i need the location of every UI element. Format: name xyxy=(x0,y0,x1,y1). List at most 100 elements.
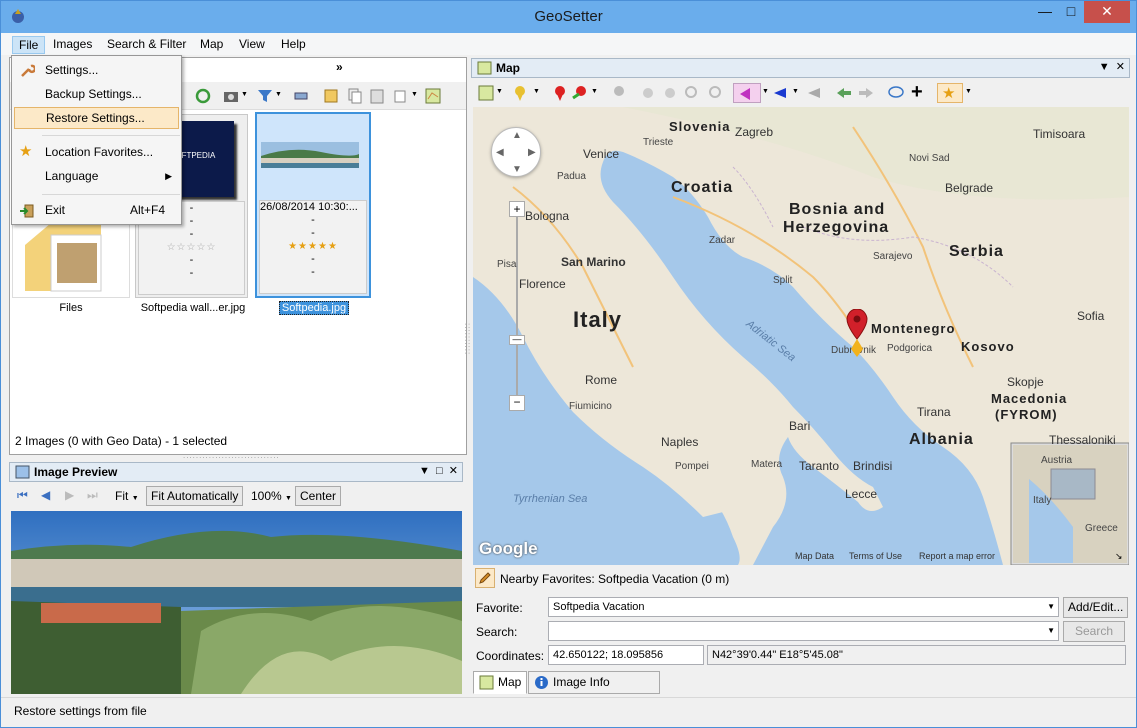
blue-arrow-icon[interactable] xyxy=(771,84,789,102)
edit-data-icon[interactable] xyxy=(322,87,340,105)
map-type-icon[interactable] xyxy=(477,84,495,102)
favorites-dropdown-icon[interactable]: ▼ xyxy=(965,88,972,95)
menu-item-language[interactable]: Language ▶ xyxy=(14,166,179,188)
zoom-search-icon[interactable] xyxy=(707,84,725,102)
map-label: Tyrrhenian Sea xyxy=(513,493,588,505)
add-edit-button[interactable]: Add/Edit... xyxy=(1063,597,1129,618)
track-icon[interactable] xyxy=(639,84,657,102)
map-label: Belgrade xyxy=(945,181,994,195)
copy-icon[interactable] xyxy=(346,87,364,105)
menu-item-restore-settings[interactable]: Restore Settings... xyxy=(14,107,179,129)
thumbnail-softpedia-selected[interactable]: 26/08/2014 10:30:... - - ★★★★★ - - xyxy=(255,112,371,298)
pan-up-icon[interactable]: ▲ xyxy=(512,130,522,141)
paste-icon[interactable] xyxy=(368,87,386,105)
view-mode-icon[interactable] xyxy=(292,87,310,105)
tab-image-info[interactable]: Image Info (ExifTool) xyxy=(528,671,660,710)
maximize-button[interactable]: □ xyxy=(1058,1,1084,23)
horizontal-splitter[interactable]: .............................. xyxy=(183,451,280,460)
coordinates-dms-field[interactable]: N42°39'0.44" E18°5'45.08" xyxy=(707,645,1126,665)
blue-arrow-dropdown-icon[interactable]: ▼ xyxy=(792,88,799,95)
inset-toggle-icon[interactable]: ↘ xyxy=(1115,551,1123,562)
report-error-link[interactable]: Report a map error xyxy=(919,551,995,561)
close-button[interactable]: ✕ xyxy=(1084,1,1130,23)
rating-stars[interactable]: ★★★★★ xyxy=(260,240,366,253)
edit-favorite-button[interactable] xyxy=(475,568,495,588)
map-pan-control[interactable]: ▲ ▼ ◀ ▶ xyxy=(491,127,541,177)
search-track-icon[interactable] xyxy=(683,84,701,102)
pan-down-icon[interactable]: ▼ xyxy=(512,164,522,175)
speech-bubble-icon[interactable] xyxy=(887,84,905,102)
marker-yellow-icon[interactable] xyxy=(511,84,529,102)
first-image-icon[interactable]: ⏮ xyxy=(17,488,28,503)
preview-panel-header: Image Preview ▼ □ ✕ xyxy=(9,462,463,482)
zoom-in-button[interactable]: + xyxy=(509,201,525,217)
menu-search-filter[interactable]: Search & Filter xyxy=(101,36,192,54)
menu-item-backup-settings[interactable]: Backup Settings... xyxy=(14,84,179,106)
pages-icon[interactable] xyxy=(392,87,410,105)
thumbnail-caption-selected[interactable]: Softpedia.jpg xyxy=(279,301,349,315)
menu-view[interactable]: View xyxy=(233,36,271,54)
map-label: Naples xyxy=(661,435,699,449)
refresh-icon[interactable] xyxy=(194,87,212,105)
bottom-tabs: Map Image Info (ExifTool) xyxy=(471,671,1131,710)
next-image-icon[interactable]: ▶ xyxy=(65,488,74,502)
panel-float-icon[interactable]: □ xyxy=(436,465,443,477)
vertical-splitter[interactable]: :::::::::: xyxy=(463,323,472,355)
assign-dropdown-icon[interactable]: ▼ xyxy=(591,88,598,95)
menu-item-settings[interactable]: Settings... xyxy=(14,60,179,82)
filter-dropdown-icon[interactable]: ▼ xyxy=(275,91,282,98)
zoom-dropdown[interactable]: 100% ▼ xyxy=(251,489,292,503)
filter-icon[interactable] xyxy=(256,87,274,105)
menu-map[interactable]: Map xyxy=(194,36,229,54)
menu-file[interactable]: File xyxy=(12,36,46,54)
direction-dropdown-icon[interactable]: ▼ xyxy=(762,88,769,95)
minimize-button[interactable]: — xyxy=(1032,1,1058,23)
coordinates-decimal-field[interactable]: 42.650122; 18.095856 xyxy=(548,645,704,665)
zoom-out-button[interactable]: − xyxy=(509,395,525,411)
panel-close-icon[interactable]: ✕ xyxy=(1116,61,1125,73)
camera-icon[interactable] xyxy=(222,87,240,105)
thumbnail-caption: Files xyxy=(59,302,83,314)
panel-menu-icon[interactable]: ▼ xyxy=(419,465,430,477)
grey-arrow-icon[interactable] xyxy=(805,84,823,102)
forward-arrow-icon[interactable] xyxy=(857,84,875,102)
map-pin-marker-icon[interactable] xyxy=(845,309,869,359)
fit-automatically-button[interactable]: Fit Automatically xyxy=(146,486,244,506)
tab-map[interactable]: Map xyxy=(473,671,527,694)
panel-menu-icon[interactable]: ▼ xyxy=(1099,61,1110,73)
track-points-icon[interactable] xyxy=(661,84,679,102)
pan-left-icon[interactable]: ◀ xyxy=(496,147,504,158)
search-button[interactable]: Search xyxy=(1063,621,1125,642)
favorite-select[interactable]: Softpedia Vacation ▼ xyxy=(548,597,1059,617)
set-marker-icon[interactable] xyxy=(551,84,569,102)
menu-item-exit[interactable]: Exit Alt+F4 xyxy=(14,200,179,222)
map-type-dropdown-icon[interactable]: ▼ xyxy=(496,88,503,95)
search-input[interactable]: ▼ xyxy=(548,621,1059,641)
panel-close-icon[interactable]: ✕ xyxy=(449,465,458,477)
map-view[interactable]: ▲ ▼ ◀ ▶ + — − Slovenia Zagreb Venice Tri… xyxy=(473,107,1129,565)
favorites-button[interactable]: ★ xyxy=(937,83,963,103)
marker-dropdown-icon[interactable]: ▼ xyxy=(533,88,540,95)
overflow-chevron-icon[interactable]: » xyxy=(336,60,343,74)
terms-link[interactable]: Terms of Use xyxy=(849,551,902,561)
pages-dropdown-icon[interactable]: ▼ xyxy=(411,91,418,98)
back-arrow-icon[interactable] xyxy=(835,84,853,102)
previous-image-icon[interactable]: ◀ xyxy=(41,488,50,502)
pan-right-icon[interactable]: ▶ xyxy=(528,147,536,158)
map-icon[interactable] xyxy=(424,87,442,105)
last-image-icon[interactable]: ⏭ xyxy=(87,488,98,503)
remove-position-icon[interactable] xyxy=(609,84,627,102)
zoom-slider-track[interactable] xyxy=(516,217,518,397)
direction-purple-button[interactable] xyxy=(733,83,761,103)
menu-images[interactable]: Images xyxy=(47,36,98,54)
crosshair-icon[interactable]: + xyxy=(911,81,923,104)
rating-stars[interactable]: ☆☆☆☆☆ xyxy=(139,241,244,254)
zoom-slider-handle[interactable]: — xyxy=(509,335,525,345)
assign-position-icon[interactable] xyxy=(571,84,589,102)
center-button[interactable]: Center xyxy=(295,486,342,506)
map-data-link[interactable]: Map Data xyxy=(795,551,834,561)
menu-help[interactable]: Help xyxy=(275,36,312,54)
camera-dropdown-icon[interactable]: ▼ xyxy=(241,91,248,98)
menu-item-location-favorites[interactable]: ★ Location Favorites... xyxy=(14,142,179,164)
fit-dropdown[interactable]: Fit ▼ xyxy=(115,489,139,503)
